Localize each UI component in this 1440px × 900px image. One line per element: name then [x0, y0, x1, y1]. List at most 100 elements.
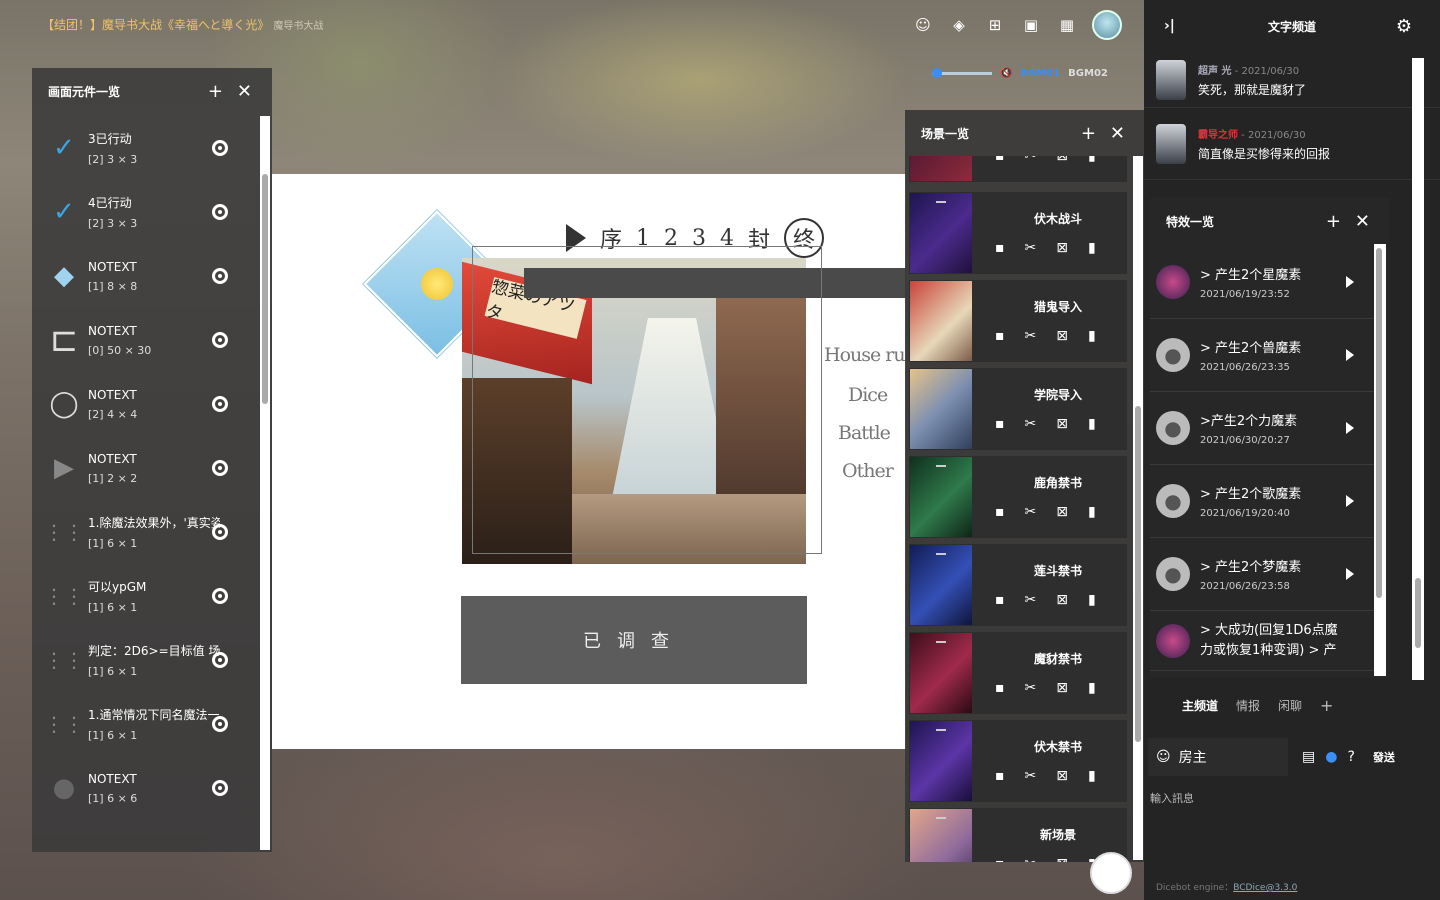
tab-main[interactable]: 主频道	[1182, 697, 1218, 714]
cut-icon[interactable]: ✂	[1025, 240, 1037, 256]
close-icon[interactable]: ✕	[1110, 123, 1125, 144]
cut-icon[interactable]: ✂	[1025, 592, 1037, 608]
delete-icon[interactable]: ▮	[1088, 156, 1096, 164]
tab-chat[interactable]: 闲聊	[1278, 697, 1302, 714]
save-icon[interactable]: ▪	[995, 592, 1005, 608]
close-icon[interactable]: ✕	[237, 81, 252, 102]
effect-item[interactable]: ● >产生2个力魔素 2021/06/30/20:27	[1150, 392, 1378, 465]
list-item[interactable]: ◆ NOTEXT [1] 8 × 8	[32, 244, 258, 308]
delete-icon[interactable]: ▮	[1088, 768, 1096, 784]
cut-icon[interactable]: ✂	[1025, 416, 1037, 432]
gear-icon[interactable]: ⚙	[1396, 16, 1412, 37]
tab-info[interactable]: 情报	[1236, 697, 1260, 714]
add-icon[interactable]: +	[1326, 211, 1341, 232]
scrollbar[interactable]	[1374, 244, 1386, 676]
menu-dice[interactable]: Dice	[848, 384, 888, 406]
bgm01-button[interactable]: BGM01	[1020, 68, 1060, 79]
effect-item[interactable]: > 产生2个星魔素 2021/06/19/23:52	[1150, 246, 1378, 319]
save-icon[interactable]: ▪	[995, 504, 1005, 520]
delete-icon[interactable]: ▮	[1088, 680, 1096, 696]
play-icon[interactable]	[1346, 422, 1354, 434]
add-tab-icon[interactable]: +	[1320, 696, 1333, 715]
scene-row[interactable]: 伏木战斗 ▪ ✂ ⊠ ▮	[909, 192, 1127, 274]
scene-row[interactable]: ▪ ✂ ⊠ ▮	[909, 156, 1127, 182]
scrollbar[interactable]	[1133, 156, 1143, 860]
delete-icon[interactable]: ▮	[1088, 504, 1096, 520]
face-icon[interactable]: ☺	[912, 14, 934, 36]
list-item[interactable]: ▶ NOTEXT [1] 2 × 2	[32, 436, 258, 500]
investigated-button[interactable]: 已调查	[461, 596, 807, 684]
eye-icon[interactable]	[212, 716, 228, 732]
eye-icon[interactable]	[212, 204, 228, 220]
eye-icon[interactable]	[212, 396, 228, 412]
hide-icon[interactable]: ⊠	[1056, 504, 1068, 520]
hide-icon[interactable]: ⊠	[1056, 156, 1068, 164]
play-icon[interactable]	[1346, 276, 1354, 288]
close-icon[interactable]: ✕	[1355, 211, 1370, 232]
play-icon[interactable]	[1346, 568, 1354, 580]
effect-item[interactable]: ● > 产生2个歌魔素 2021/06/19/20:40	[1150, 465, 1378, 538]
palette-icon[interactable]: ●	[1325, 749, 1337, 765]
chat-scrollbar[interactable]	[1412, 58, 1424, 680]
list-item[interactable]: ◯ NOTEXT [2] 4 × 4	[32, 372, 258, 436]
hide-icon[interactable]: ⊠	[1056, 592, 1068, 608]
delete-icon[interactable]: ▮	[1088, 416, 1096, 432]
play-icon[interactable]	[1346, 495, 1354, 507]
save-icon[interactable]: ▪	[995, 416, 1005, 432]
clapper-icon[interactable]: ▦	[1056, 14, 1078, 36]
add-icon[interactable]: +	[1081, 123, 1096, 144]
list-icon[interactable]: ▤	[1302, 749, 1315, 765]
eye-icon[interactable]	[212, 332, 228, 348]
list-item[interactable]: ⋮⋮ 1.通常情况下同名魔法一… [1] 6 × 1	[32, 692, 258, 756]
eye-icon[interactable]	[212, 460, 228, 476]
scrollbar[interactable]	[260, 116, 270, 850]
bgm02-button[interactable]: BGM02	[1068, 68, 1108, 79]
list-item[interactable]: ⊏ NOTEXT [0] 50 × 30	[32, 308, 258, 372]
cut-icon[interactable]: ✂	[1025, 856, 1037, 862]
hide-icon[interactable]: ⊠	[1056, 680, 1068, 696]
list-item[interactable]: ✓ 3已行动 [2] 3 × 3	[32, 116, 258, 180]
save-icon[interactable]: ▪	[995, 240, 1005, 256]
collapse-icon[interactable]: ›|	[1164, 18, 1175, 34]
add-icon[interactable]: +	[208, 81, 223, 102]
list-item[interactable]: ✓ 4已行动 [2] 3 × 3	[32, 180, 258, 244]
hide-icon[interactable]: ⊠	[1056, 240, 1068, 256]
cut-icon[interactable]: ✂	[1025, 156, 1037, 164]
hide-icon[interactable]: ⊠	[1056, 768, 1068, 784]
delete-icon[interactable]: ▮	[1088, 328, 1096, 344]
mute-icon[interactable]: 🔇	[1000, 68, 1012, 79]
send-button[interactable]: 發送	[1373, 749, 1395, 765]
layers-icon[interactable]: ◈	[948, 14, 970, 36]
eye-icon[interactable]	[212, 652, 228, 668]
add-card-icon[interactable]: ⊞	[984, 14, 1006, 36]
scene-row[interactable]: 伏木禁书 ▪ ✂ ⊠ ▮	[909, 720, 1127, 802]
scene-row[interactable]: 鹿角禁书 ▪ ✂ ⊠ ▮	[909, 456, 1127, 538]
cut-icon[interactable]: ✂	[1025, 680, 1037, 696]
screen-play-icon[interactable]: ▣	[1020, 14, 1042, 36]
eye-icon[interactable]	[212, 268, 228, 284]
list-item[interactable]: ⋮⋮ 1.除魔法效果外，'真实姿… [1] 6 × 1	[32, 500, 258, 564]
user-avatar[interactable]	[1092, 10, 1122, 40]
cut-icon[interactable]: ✂	[1025, 328, 1037, 344]
save-icon[interactable]: ▪	[995, 156, 1005, 164]
volume-slider[interactable]	[932, 68, 992, 78]
list-item[interactable]: ⋮⋮ 判定：2D6>=目标值 场景… [1] 6 × 1	[32, 628, 258, 692]
menu-other[interactable]: Other	[842, 460, 894, 482]
help-icon[interactable]: ?	[1347, 749, 1354, 765]
effect-item[interactable]: > 大成功(回复1D6点魔力或恢复1种变调) > 产	[1150, 611, 1378, 671]
effect-item[interactable]: ● > 产生2个兽魔素 2021/06/26/23:35	[1150, 319, 1378, 392]
delete-icon[interactable]: ▮	[1088, 592, 1096, 608]
cut-icon[interactable]: ✂	[1025, 504, 1037, 520]
scene-row[interactable]: 学院导入 ▪ ✂ ⊠ ▮	[909, 368, 1127, 450]
scene-row[interactable]: 猎鬼导入 ▪ ✂ ⊠ ▮	[909, 280, 1127, 362]
eye-icon[interactable]	[212, 780, 228, 796]
save-icon[interactable]: ▪	[995, 328, 1005, 344]
scene-row[interactable]: 新场景▪✂⊠▮	[909, 808, 1127, 862]
cut-icon[interactable]: ✂	[1025, 768, 1037, 784]
list-item[interactable]: ● NOTEXT [1] 6 × 6	[32, 756, 258, 820]
list-item[interactable]: ⋮⋮ 可以ypGM [1] 6 × 1	[32, 564, 258, 628]
menu-battle[interactable]: Battle	[838, 422, 891, 444]
eye-icon[interactable]	[212, 140, 228, 156]
message-input[interactable]: 輸入訊息	[1150, 790, 1194, 806]
save-icon[interactable]: ▪	[995, 856, 1005, 862]
